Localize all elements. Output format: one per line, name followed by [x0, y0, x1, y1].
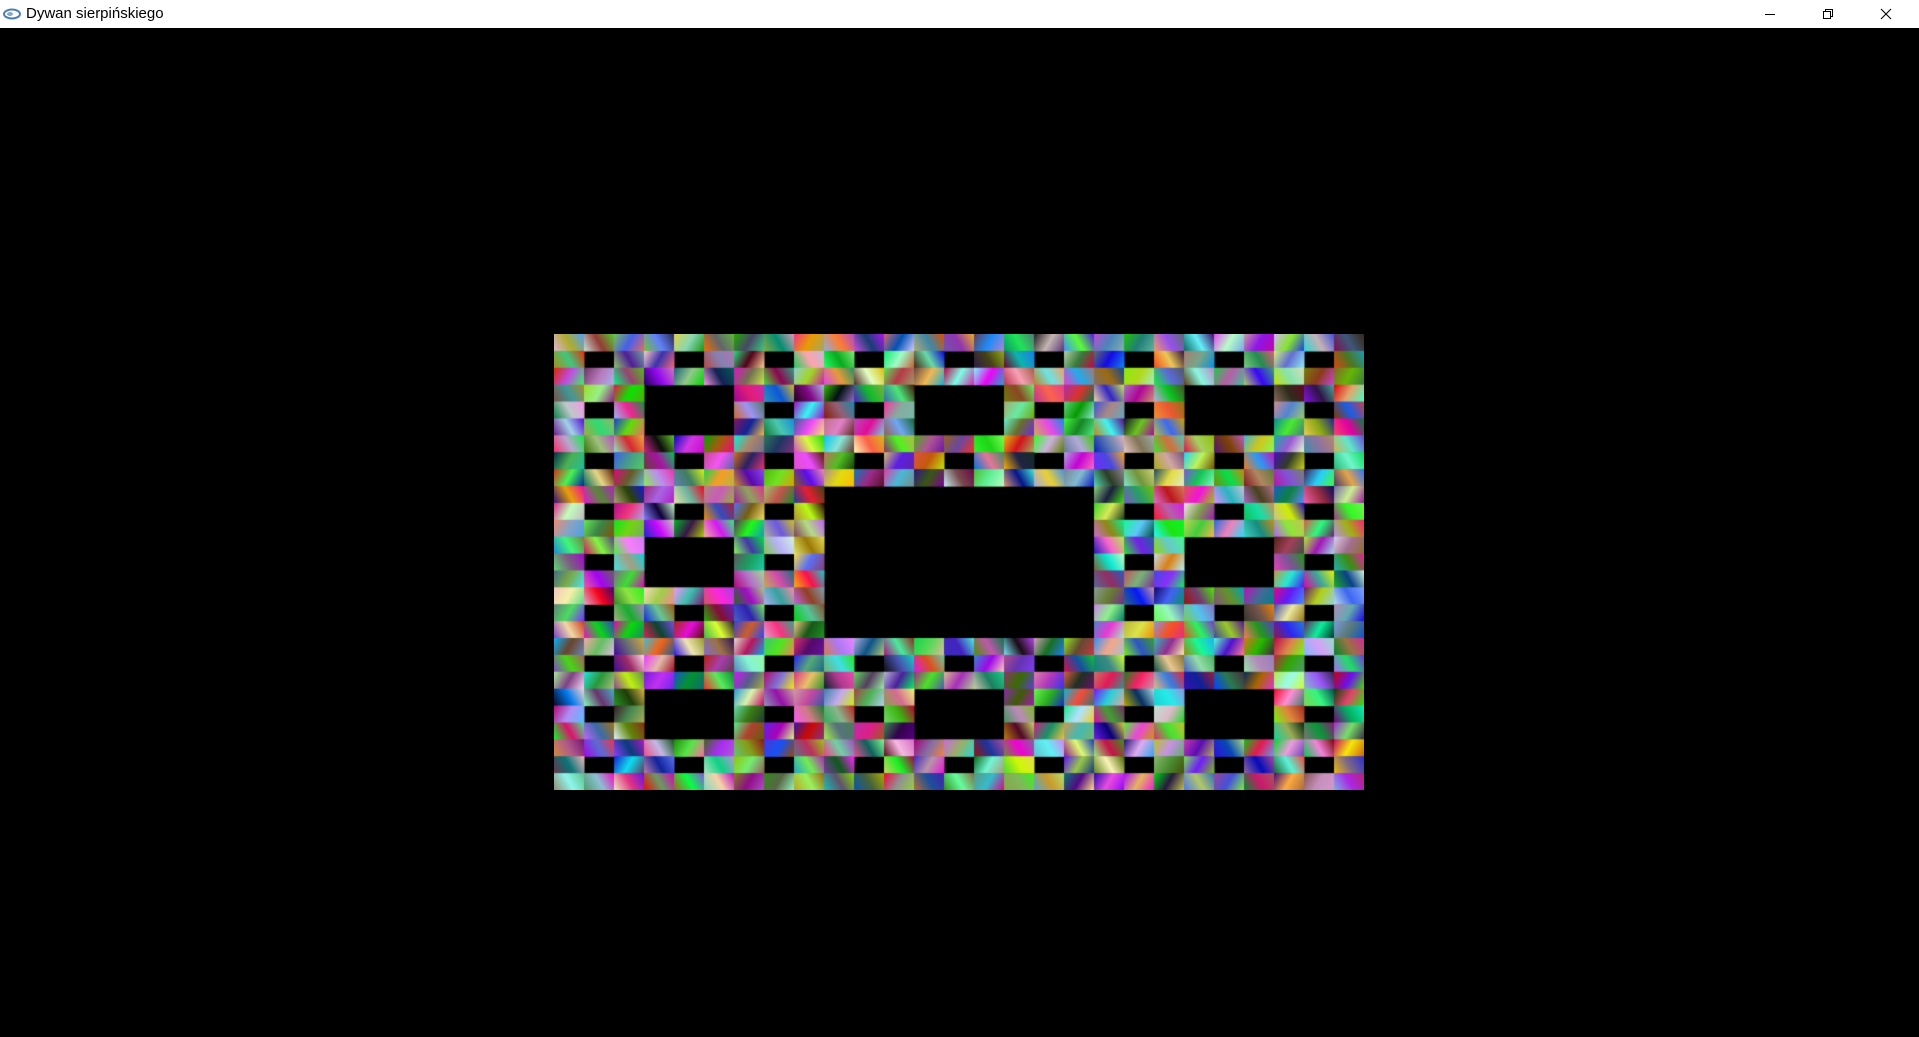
app-icon[interactable]	[2, 6, 22, 22]
restore-icon	[1822, 8, 1834, 20]
render-area[interactable]	[0, 28, 1919, 1037]
title-bar[interactable]: Dywan sierpińskiego	[0, 0, 1919, 28]
window-title: Dywan sierpińskiego	[26, 5, 164, 22]
minimize-button[interactable]	[1741, 0, 1799, 28]
close-icon	[1880, 8, 1892, 20]
restore-button[interactable]	[1799, 0, 1857, 28]
sierpinski-carpet-canvas	[554, 334, 1364, 790]
app-window: Dywan sierpińskiego	[0, 0, 1919, 1037]
minimize-icon	[1764, 8, 1776, 20]
close-button[interactable]	[1857, 0, 1915, 28]
